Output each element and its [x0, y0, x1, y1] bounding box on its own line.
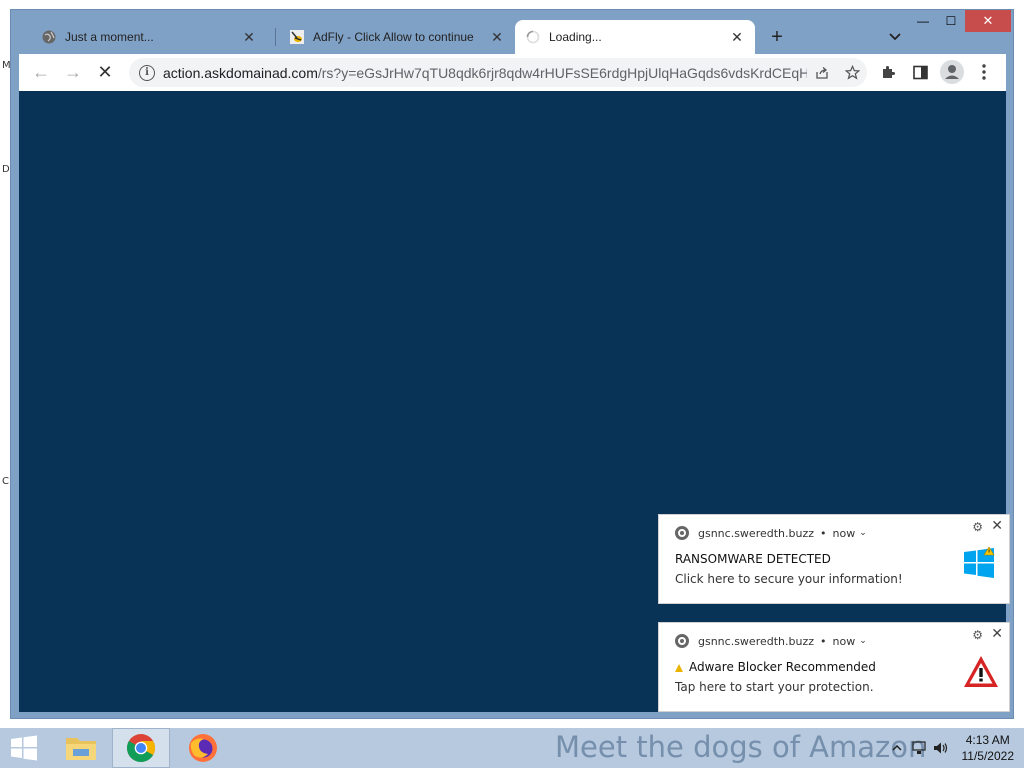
toolbar-right: [872, 57, 1000, 87]
chrome-logo-icon: [127, 734, 155, 762]
tab-divider: [275, 28, 276, 46]
side-panel-icon[interactable]: [904, 57, 936, 87]
notification-time: now: [832, 634, 856, 648]
close-tab-icon[interactable]: ✕: [489, 29, 505, 46]
back-button[interactable]: ←: [25, 57, 57, 89]
notification-ransomware[interactable]: gsnnc.sweredth.buzz • now ⌄ ⚙ ✕ RANSOMWA…: [658, 514, 1010, 604]
maximize-button[interactable]: ☐: [937, 10, 965, 32]
adfly-bee-icon: [289, 29, 305, 45]
close-icon[interactable]: ✕: [991, 626, 1003, 642]
network-icon[interactable]: [910, 739, 928, 757]
browser-window: — ☐ ✕ Just a moment... ✕ AdFly - Click A…: [10, 9, 1014, 719]
clock-date: 11/5/2022: [961, 749, 1015, 763]
notification-header: gsnnc.sweredth.buzz • now ⌄: [675, 526, 867, 540]
loading-spinner-icon: [525, 29, 541, 45]
site-info-icon[interactable]: i: [139, 64, 155, 81]
tab-adfly[interactable]: AdFly - Click Allow to continue ✕: [279, 20, 515, 54]
tab-just-a-moment[interactable]: Just a moment... ✕: [31, 20, 267, 54]
gear-icon[interactable]: ⚙: [972, 520, 983, 534]
taskbar: Meet the dogs of Amazon 4:13 AM 11/5/202…: [0, 728, 1024, 768]
tab-label: Just a moment...: [65, 30, 154, 44]
page-content[interactable]: [19, 91, 1006, 712]
clock-time: 4:13 AM: [965, 733, 1010, 747]
folder-icon: [66, 738, 96, 760]
bookmark-star-icon[interactable]: [837, 58, 867, 87]
tab-label: AdFly - Click Allow to continue: [313, 30, 474, 44]
warning-icon: [675, 664, 683, 672]
notification-title-row: Adware Blocker Recommended: [675, 660, 876, 674]
chevron-up-icon[interactable]: [888, 739, 906, 757]
notification-body: Click here to secure your information!: [675, 572, 903, 586]
chrome-taskbar-button[interactable]: [112, 728, 170, 768]
news-ticker[interactable]: Meet the dogs of Amazon: [555, 730, 926, 764]
firefox-logo-icon: [189, 734, 217, 762]
file-explorer-button[interactable]: [56, 728, 106, 768]
tab-search-chevron-icon[interactable]: [880, 20, 910, 54]
start-button[interactable]: [0, 728, 48, 768]
tab-strip: Just a moment... ✕ AdFly - Click Allow t…: [19, 20, 919, 54]
notification-body: Tap here to start your protection.: [675, 680, 874, 694]
system-tray: 4:13 AM 11/5/2022: [888, 728, 1015, 768]
windows-start-icon: [11, 735, 37, 761]
desktop-edge-letter: D: [2, 164, 10, 175]
url-text[interactable]: action.askdomainad.com/rs?y=eGsJrHw7qTU8…: [163, 65, 807, 81]
new-tab-button[interactable]: +: [762, 20, 792, 54]
red-warning-triangle-icon: [963, 655, 998, 687]
close-icon[interactable]: ✕: [991, 518, 1003, 534]
browser-toolbar: ← → ✕ i action.askdomainad.com/rs?y=eGsJ…: [19, 54, 1006, 91]
notification-time: now: [832, 526, 856, 540]
notification-title: Adware Blocker Recommended: [689, 660, 876, 674]
tab-label: Loading...: [549, 30, 602, 44]
extensions-puzzle-icon[interactable]: [872, 57, 904, 87]
url-domain: action.askdomainad.com: [163, 64, 318, 81]
notification-adware-blocker[interactable]: gsnnc.sweredth.buzz • now ⌄ ⚙ ✕ Adware B…: [658, 622, 1010, 712]
notification-title: RANSOMWARE DETECTED: [675, 552, 831, 566]
close-tab-icon[interactable]: ✕: [241, 29, 257, 46]
notification-header: gsnnc.sweredth.buzz • now ⌄: [675, 634, 867, 648]
address-bar[interactable]: i action.askdomainad.com/rs?y=eGsJrHw7qT…: [129, 58, 867, 87]
title-bar: — ☐ ✕ Just a moment... ✕ AdFly - Click A…: [11, 10, 1013, 54]
chrome-icon: [675, 634, 689, 648]
share-icon[interactable]: [807, 58, 837, 87]
url-path: /rs?y=eGsJrHw7qTU8qdk6rjr8qdw4rHUFsSE6rd…: [317, 64, 807, 81]
desktop-edge-letter: C: [2, 476, 9, 487]
globe-icon: [41, 29, 57, 45]
tab-loading[interactable]: Loading... ✕: [515, 20, 755, 54]
notification-source: gsnnc.sweredth.buzz: [698, 526, 815, 540]
stop-loading-button[interactable]: ✕: [89, 57, 121, 89]
notification-source: gsnnc.sweredth.buzz: [698, 634, 815, 648]
profile-avatar-icon[interactable]: [936, 57, 968, 87]
close-tab-icon[interactable]: ✕: [729, 29, 745, 46]
gear-icon[interactable]: ⚙: [972, 628, 983, 642]
menu-kebab-icon[interactable]: [968, 57, 1000, 87]
chevron-down-icon[interactable]: ⌄: [859, 636, 867, 646]
close-window-button[interactable]: ✕: [965, 10, 1011, 32]
window-controls: — ☐ ✕: [909, 10, 1011, 34]
firefox-taskbar-button[interactable]: [174, 728, 232, 768]
system-clock[interactable]: 4:13 AM 11/5/2022: [962, 732, 1015, 764]
forward-button[interactable]: →: [57, 57, 89, 89]
chevron-down-icon[interactable]: ⌄: [859, 528, 867, 538]
chrome-icon: [675, 526, 689, 540]
windows-logo-warning-icon: [963, 546, 995, 579]
volume-icon[interactable]: [932, 739, 950, 757]
